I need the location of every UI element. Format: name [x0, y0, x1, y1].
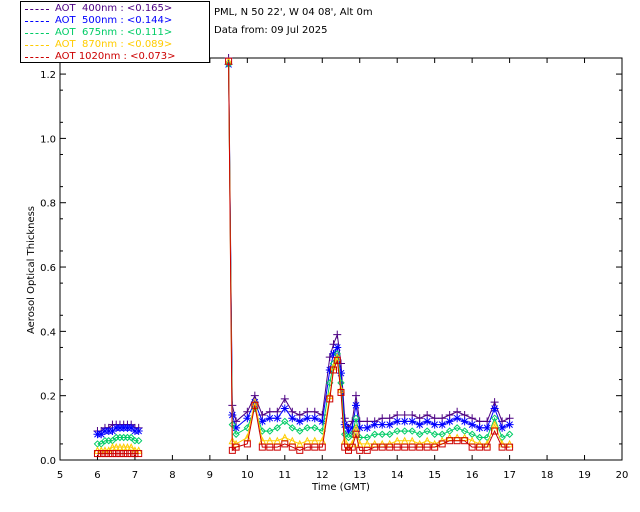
series-0-point-20	[280, 394, 289, 403]
x-tick-label-11: 16	[466, 470, 479, 481]
x-tick-label-6: 11	[278, 470, 291, 481]
legend-box: AOT 400nm : <0.165> AOT 500nm : <0.144> …	[20, 1, 210, 63]
series-1-point-52	[490, 404, 499, 413]
series-1-point-54	[505, 420, 514, 429]
series-1-point-46	[445, 417, 454, 426]
legend-item-870nm: AOT 870nm : <0.089>	[25, 39, 172, 51]
series-1-point-37	[378, 420, 387, 429]
series-1-point-35	[363, 423, 372, 432]
series-layer	[93, 54, 514, 458]
series-1-point-23	[303, 414, 312, 423]
x-tick-label-1: 6	[94, 470, 100, 481]
x-tick-label-8: 13	[353, 470, 366, 481]
x-tick-label-0: 5	[57, 470, 63, 481]
series-1-point-50	[475, 423, 484, 432]
y-tick-label-3: 0.6	[40, 263, 56, 274]
legend-label-400nm: AOT 400nm : <0.165>	[55, 3, 173, 14]
series-3-line-1	[228, 61, 510, 448]
x-tick-label-10: 15	[428, 470, 441, 481]
series-1-point-49	[468, 420, 477, 429]
x-tick-label-7: 12	[316, 470, 329, 481]
series-1-point-22	[295, 417, 304, 426]
series-1-point-11	[134, 427, 143, 436]
series-2-line-1	[228, 64, 510, 439]
y-tick-label-5: 1.0	[40, 134, 56, 145]
y-tick-label-4: 0.8	[40, 199, 56, 210]
x-tick-label-9: 14	[391, 470, 404, 481]
legend-item-1020nm: AOT 1020nm : <0.073>	[25, 51, 175, 63]
series-1-point-21	[288, 414, 297, 423]
legend-line-500nm	[25, 21, 49, 22]
series-1-point-39	[393, 417, 402, 426]
series-1-point-20	[280, 404, 289, 413]
series-1-point-19	[273, 414, 282, 423]
series-1-point-30	[340, 420, 349, 429]
x-tick-label-4: 9	[207, 470, 213, 481]
y-axis-label: Aerosol Optical Thickness	[26, 206, 37, 334]
y-tick-label-0: 0.0	[40, 456, 56, 467]
legend-item-500nm: AOT 500nm : <0.144>	[25, 15, 172, 27]
series-1-point-36	[370, 420, 379, 429]
date-info: Data from: 09 Jul 2025	[214, 25, 328, 36]
series-1-point-48	[460, 417, 469, 426]
x-tick-label-3: 8	[169, 470, 175, 481]
series-1-point-33	[351, 401, 360, 410]
site-info: PML, N 50 22', W 04 08', Alt 0m	[214, 7, 373, 18]
series-1-point-42	[415, 420, 424, 429]
series-1-point-47	[453, 414, 462, 423]
x-tick-label-14: 19	[578, 470, 591, 481]
legend-item-400nm: AOT 400nm : <0.165>	[25, 3, 172, 15]
series-1-point-18	[265, 414, 274, 423]
legend-label-675nm: AOT 675nm : <0.111>	[55, 27, 173, 38]
series-1-point-24	[310, 414, 319, 423]
x-tick-label-12: 17	[503, 470, 516, 481]
series-0-point-33	[351, 391, 360, 400]
series-1-point-44	[430, 420, 439, 429]
legend-label-500nm: AOT 500nm : <0.144>	[55, 15, 173, 26]
legend-line-870nm	[25, 45, 49, 46]
series-4-line-1	[228, 61, 510, 452]
legend-line-400nm	[25, 9, 49, 10]
x-tick-label-13: 18	[541, 470, 554, 481]
legend-label-1020nm: AOT 1020nm : <0.073>	[55, 51, 176, 62]
series-1-line-1	[228, 64, 510, 432]
x-axis-label: Time (GMT)	[311, 482, 370, 493]
series-2-point-54	[505, 430, 514, 438]
legend-item-675nm: AOT 675nm : <0.111>	[25, 27, 172, 39]
x-tick-label-5: 10	[241, 470, 254, 481]
x-tick-label-2: 7	[132, 470, 138, 481]
legend-label-870nm: AOT 870nm : <0.089>	[55, 39, 173, 50]
aot-chart: 5 6 7 8 9 10 11 12 13 14 15 16 17 18 19 20 0.0 0.2 0.4 0.6…	[26, 54, 629, 493]
y-axis-ticks: 0.0 0.2 0.4 0.6 0.8 1.0 1.2	[40, 70, 622, 467]
y-tick-label-2: 0.4	[40, 327, 56, 338]
series-0-point-28	[333, 330, 342, 339]
series-1-point-40	[400, 417, 409, 426]
series-1-point-41	[408, 417, 417, 426]
y-tick-label-1: 0.2	[40, 392, 56, 403]
legend-line-675nm	[25, 33, 49, 34]
legend-line-1020nm	[25, 57, 49, 58]
series-1-point-43	[423, 417, 432, 426]
series-1-point-45	[438, 420, 447, 429]
series-0-line-1	[228, 57, 510, 429]
y-tick-label-6: 1.2	[40, 70, 56, 81]
x-tick-label-15: 20	[616, 470, 629, 481]
series-1-point-38	[385, 420, 394, 429]
